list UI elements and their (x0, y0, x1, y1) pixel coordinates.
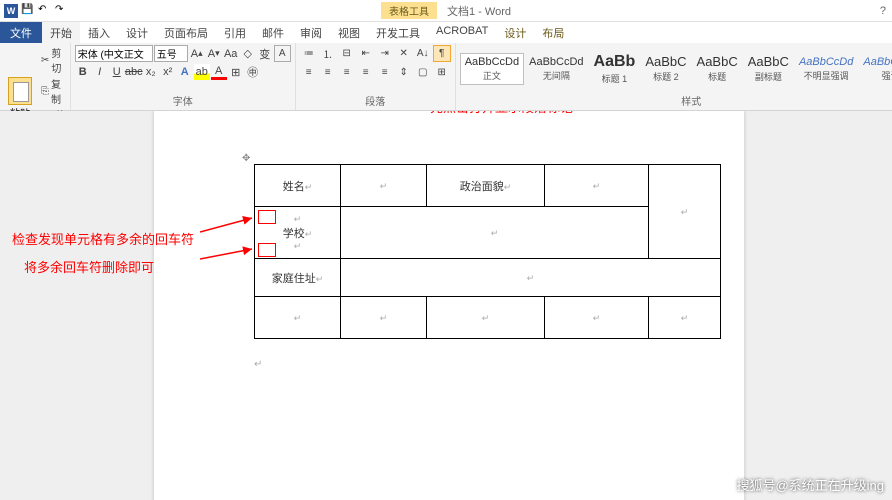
show-pilcrow-button[interactable]: ¶ (433, 45, 451, 62)
tab-view[interactable]: 视图 (330, 22, 368, 43)
decrease-indent-icon[interactable]: ⇤ (357, 45, 375, 62)
style-item[interactable]: AaBbC标题 2 (640, 51, 691, 86)
distribute-icon[interactable]: ≡ (376, 64, 394, 81)
grow-font-icon[interactable]: A▴ (189, 46, 205, 62)
numbering-icon[interactable]: ⒈ (319, 45, 337, 62)
tab-insert[interactable]: 插入 (80, 22, 118, 43)
style-item[interactable]: AaBbC标题 (692, 51, 743, 86)
style-item[interactable]: AaBbCcDd不明显强调 (794, 53, 858, 85)
paste-icon (8, 77, 32, 105)
shrink-font-icon[interactable]: A▾ (206, 46, 222, 62)
table-move-handle[interactable]: ✥ (242, 153, 250, 164)
tab-design[interactable]: 设计 (118, 22, 156, 43)
undo-icon[interactable]: ↶ (38, 4, 52, 18)
underline-button[interactable]: U (109, 64, 125, 80)
ribbon: 粘贴 ✂剪切 ⎘复制 🖌格式刷 剪贴板 A▴ A▾ Aa ◇ 变 A (0, 43, 892, 111)
tab-table-layout[interactable]: 布局 (534, 22, 572, 43)
style-item[interactable]: AaBb标题 1 (589, 50, 641, 88)
highlight-icon[interactable]: ab (194, 64, 210, 80)
char-border-icon[interactable]: A (274, 45, 291, 62)
group-label: 段落 (300, 92, 451, 108)
asian-layout-icon[interactable]: ✕ (395, 45, 413, 62)
phonetic-guide-icon[interactable]: 变 (257, 46, 273, 62)
scissors-icon: ✂ (41, 55, 49, 66)
style-item[interactable]: AaBbCcDd无间隔 (524, 53, 588, 85)
bullets-icon[interactable]: ≔ (300, 45, 318, 62)
tab-home[interactable]: 开始 (42, 22, 80, 43)
align-center-icon[interactable]: ≡ (319, 64, 337, 81)
font-name-select[interactable] (75, 45, 153, 62)
group-paragraph: ≔ ⒈ ⊟ ⇤ ⇥ ✕ A↓ ¶ ≡ ≡ ≡ ≡ ≡ ⇕ ▢ ⊞ 段落 (296, 43, 456, 110)
paragraph-mark: ↵ (254, 359, 262, 370)
multilevel-icon[interactable]: ⊟ (338, 45, 356, 62)
page: ✥ 姓名↵ ↵ 政治面貌↵ ↵ ↵ ↵学校↵↵ ↵ 家庭住址↵ ↵ ↵ ↵ ↵ … (154, 111, 744, 500)
highlight-box (258, 243, 276, 257)
strike-button[interactable]: abc (126, 64, 142, 80)
group-label: 字体 (75, 92, 291, 108)
contextual-tab-label: 表格工具 (381, 2, 437, 19)
document-table[interactable]: 姓名↵ ↵ 政治面貌↵ ↵ ↵ ↵学校↵↵ ↵ 家庭住址↵ ↵ ↵ ↵ ↵ ↵ … (254, 164, 721, 339)
annotation-left2: 将多余回车符删除即可 (24, 257, 154, 276)
tab-acrobat[interactable]: ACROBAT (428, 22, 496, 43)
style-item[interactable]: AaBbCcDd强调 (858, 53, 892, 85)
tab-mailings[interactable]: 邮件 (254, 22, 292, 43)
enclose-char-icon[interactable]: ㊥ (245, 64, 261, 80)
tab-references[interactable]: 引用 (216, 22, 254, 43)
borders-icon[interactable]: ⊞ (433, 64, 451, 81)
text-effects-icon[interactable]: A (177, 64, 193, 80)
group-font: A▴ A▾ Aa ◇ 变 A B I U abc x₂ x² A ab A ⊞ … (71, 43, 296, 110)
document-title: 文档1 - Word (447, 3, 511, 19)
align-left-icon[interactable]: ≡ (300, 64, 318, 81)
tab-file[interactable]: 文件 (0, 22, 42, 43)
justify-icon[interactable]: ≡ (357, 64, 375, 81)
word-app-icon: W (4, 4, 18, 18)
superscript-button[interactable]: x² (160, 64, 176, 80)
char-shading-icon[interactable]: ⊞ (228, 64, 244, 80)
annotation-top: 先点击打开显示段落标记 (430, 111, 573, 116)
shading-icon[interactable]: ▢ (414, 64, 432, 81)
window-titlebar: W 💾 ↶ ↷ 表格工具 文档1 - Word ? (0, 0, 892, 22)
tab-table-design[interactable]: 设计 (496, 22, 534, 43)
copy-icon: ⎘ (41, 86, 49, 97)
copy-button[interactable]: ⎘复制 (41, 76, 66, 106)
bold-button[interactable]: B (75, 64, 91, 80)
italic-button[interactable]: I (92, 64, 108, 80)
align-right-icon[interactable]: ≡ (338, 64, 356, 81)
document-canvas[interactable]: ✥ 姓名↵ ↵ 政治面貌↵ ↵ ↵ ↵学校↵↵ ↵ 家庭住址↵ ↵ ↵ ↵ ↵ … (0, 111, 892, 500)
tab-developer[interactable]: 开发工具 (368, 22, 428, 43)
change-case-icon[interactable]: Aa (223, 46, 239, 62)
highlight-box (258, 210, 276, 224)
style-item[interactable]: AaBbCcDd正文 (460, 53, 524, 85)
ribbon-tabs: 文件 开始 插入 设计 页面布局 引用 邮件 审阅 视图 开发工具 ACROBA… (0, 22, 892, 43)
group-clipboard: 粘贴 ✂剪切 ⎘复制 🖌格式刷 剪贴板 (0, 43, 71, 110)
style-item[interactable]: AaBbC副标题 (743, 51, 794, 86)
subscript-button[interactable]: x₂ (143, 64, 159, 80)
redo-icon[interactable]: ↷ (55, 4, 69, 18)
save-icon[interactable]: 💾 (21, 4, 35, 18)
group-styles: AaBbCcDd正文AaBbCcDd无间隔AaBb标题 1AaBbC标题 2Aa… (456, 43, 892, 110)
clear-format-icon[interactable]: ◇ (240, 46, 256, 62)
help-icon[interactable]: ? (880, 5, 886, 17)
cut-button[interactable]: ✂剪切 (41, 45, 66, 75)
tab-review[interactable]: 审阅 (292, 22, 330, 43)
annotation-left1: 检查发现单元格有多余的回车符 (12, 229, 194, 248)
font-color-icon[interactable]: A (211, 64, 227, 80)
font-size-select[interactable] (154, 45, 188, 62)
line-spacing-icon[interactable]: ⇕ (395, 64, 413, 81)
watermark: 搜狐号@系统正在升级ing (736, 475, 884, 494)
increase-indent-icon[interactable]: ⇥ (376, 45, 394, 62)
tab-layout[interactable]: 页面布局 (156, 22, 216, 43)
sort-icon[interactable]: A↓ (414, 45, 432, 62)
group-label: 样式 (460, 92, 892, 108)
